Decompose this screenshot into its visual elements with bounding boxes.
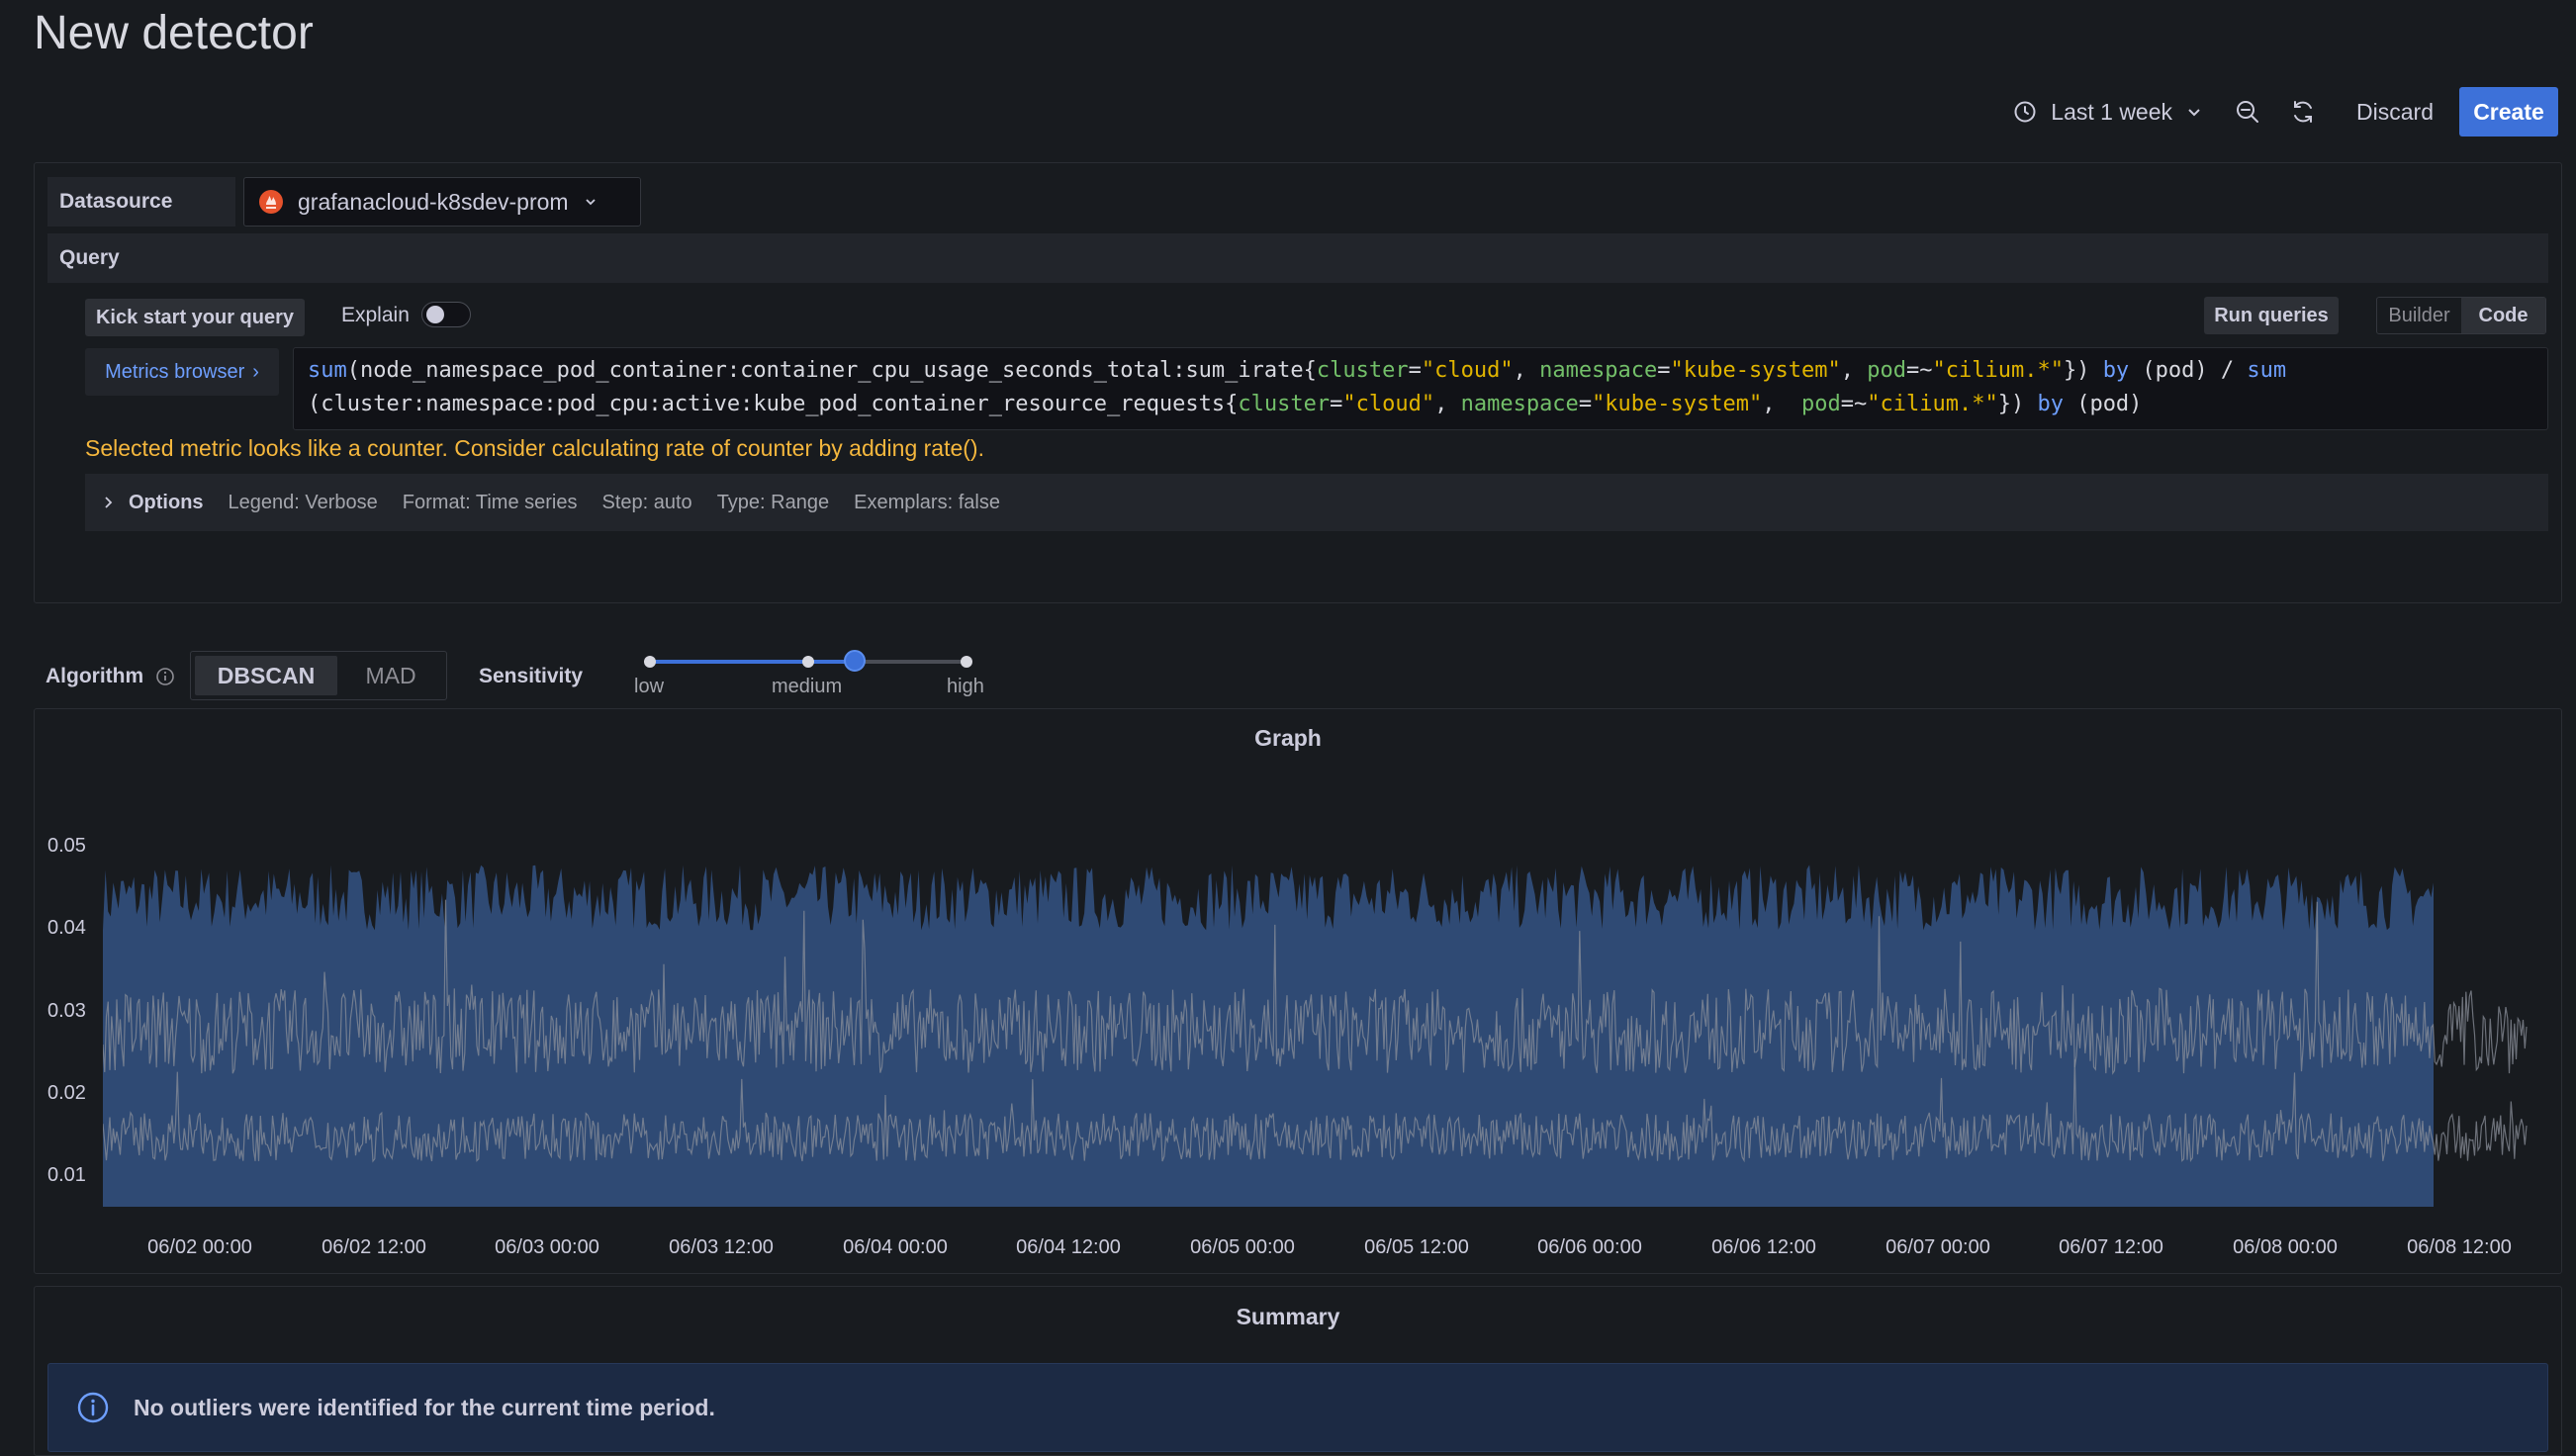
- zoom-out-icon: [2237, 101, 2259, 123]
- chevron-down-icon: [2188, 109, 2200, 117]
- algorithm-mad[interactable]: MAD: [341, 656, 440, 695]
- query-code-editor[interactable]: sum(node_namespace_pod_container:contain…: [293, 347, 2548, 430]
- option-exemplars: Exemplars: false: [854, 491, 1000, 513]
- options-toggle[interactable]: Options: [103, 492, 204, 514]
- option-format: Format: Time series: [402, 491, 578, 513]
- summary-info-alert: No outliers were identified for the curr…: [47, 1363, 2548, 1452]
- sensitivity-slider-fill: [649, 660, 856, 664]
- slider-mark-medium: [802, 656, 814, 668]
- algorithm-dbscan[interactable]: DBSCAN: [195, 656, 337, 695]
- x-tick: 06/06 00:00: [1537, 1236, 1642, 1258]
- x-tick: 06/05 12:00: [1364, 1236, 1469, 1258]
- metrics-browser-label: Metrics browser: [105, 360, 245, 383]
- algorithm-label-group: Algorithm: [46, 665, 175, 688]
- kick-start-query-button[interactable]: Kick start your query: [85, 299, 305, 336]
- info-icon: [77, 1392, 109, 1423]
- counter-warning: Selected metric looks like a counter. Co…: [85, 435, 984, 461]
- discard-button[interactable]: Discard: [2331, 87, 2459, 136]
- explain-label: Explain: [341, 304, 410, 326]
- explain-toggle[interactable]: [421, 302, 471, 327]
- sensitivity-tick-high: high: [947, 676, 984, 697]
- x-tick: 06/05 00:00: [1190, 1236, 1295, 1258]
- summary-title: Summary: [1236, 1304, 1340, 1329]
- x-tick: 06/03 12:00: [669, 1236, 774, 1258]
- y-tick-0.04: 0.04: [47, 917, 86, 939]
- y-tick-0.05: 0.05: [47, 835, 86, 857]
- datasource-select[interactable]: grafanacloud-k8sdev-prom: [243, 177, 641, 227]
- chevron-right-icon: ›: [252, 360, 259, 383]
- query-options-bar: Options Legend: Verbose Format: Time ser…: [85, 474, 2548, 531]
- y-tick-0.01: 0.01: [47, 1164, 86, 1186]
- datasource-label: Datasource: [47, 177, 235, 227]
- x-tick: 06/07 00:00: [1886, 1236, 1990, 1258]
- summary-message: No outliers were identified for the curr…: [134, 1394, 715, 1420]
- datasource-value: grafanacloud-k8sdev-prom: [298, 188, 569, 215]
- x-tick: 06/04 00:00: [843, 1236, 948, 1258]
- x-tick: 06/02 12:00: [322, 1236, 426, 1258]
- graph-plot[interactable]: [103, 791, 2536, 1227]
- sensitivity-tick-low: low: [634, 676, 665, 697]
- option-step: Step: auto: [601, 491, 692, 513]
- prometheus-icon: [259, 190, 283, 214]
- time-range-picker[interactable]: Last 1 week: [1995, 87, 2220, 136]
- option-type: Type: Range: [716, 491, 830, 513]
- chevron-down-icon: [585, 199, 596, 206]
- toolbar: Last 1 week Discard Create: [1995, 87, 2558, 136]
- zoom-out-button[interactable]: [2220, 87, 2275, 136]
- x-tick: 06/03 00:00: [495, 1236, 599, 1258]
- sensitivity-slider-thumb[interactable]: [844, 650, 866, 672]
- x-tick: 06/08 00:00: [2233, 1236, 2338, 1258]
- y-tick-0.03: 0.03: [47, 1000, 86, 1022]
- run-queries-button[interactable]: Run queries: [2204, 297, 2339, 334]
- toggle-knob: [426, 306, 444, 323]
- x-tick: 06/06 12:00: [1711, 1236, 1816, 1258]
- query-section-header: Query: [47, 233, 2548, 283]
- sensitivity-tick-medium: medium: [772, 676, 843, 697]
- x-tick: 06/07 12:00: [2059, 1236, 2163, 1258]
- graph-title: Graph: [1254, 725, 1322, 751]
- query-code-line-1: sum(node_namespace_pod_container:contain…: [308, 358, 2287, 383]
- clock-icon: [2014, 101, 2036, 123]
- query-code-line-2: (cluster:namespace:pod_cpu:active:kube_p…: [308, 392, 2143, 416]
- info-icon[interactable]: [155, 667, 175, 686]
- refresh-icon: [2294, 101, 2313, 123]
- refresh-button[interactable]: [2275, 87, 2331, 136]
- slider-mark-low: [644, 656, 656, 668]
- x-tick: 06/02 00:00: [147, 1236, 252, 1258]
- x-tick: 06/08 12:00: [2407, 1236, 2512, 1258]
- options-title: Options: [129, 491, 204, 513]
- option-legend: Legend: Verbose: [228, 491, 378, 513]
- create-button[interactable]: Create: [2459, 87, 2558, 136]
- slider-mark-high: [961, 656, 972, 668]
- x-tick: 06/04 12:00: [1016, 1236, 1121, 1258]
- chevron-right-icon: [105, 497, 113, 508]
- algorithm-label: Algorithm: [46, 665, 144, 687]
- mode-code[interactable]: Code: [2461, 298, 2545, 333]
- page-title: New detector: [34, 7, 314, 59]
- algorithm-selector: DBSCAN MAD: [190, 651, 447, 700]
- mode-builder[interactable]: Builder: [2377, 298, 2461, 333]
- metrics-browser-button[interactable]: Metrics browser ›: [85, 348, 279, 396]
- sensitivity-label: Sensitivity: [479, 665, 584, 687]
- editor-mode-toggle: Builder Code: [2376, 297, 2546, 334]
- y-tick-0.02: 0.02: [47, 1082, 86, 1104]
- time-range-label: Last 1 week: [2051, 98, 2173, 125]
